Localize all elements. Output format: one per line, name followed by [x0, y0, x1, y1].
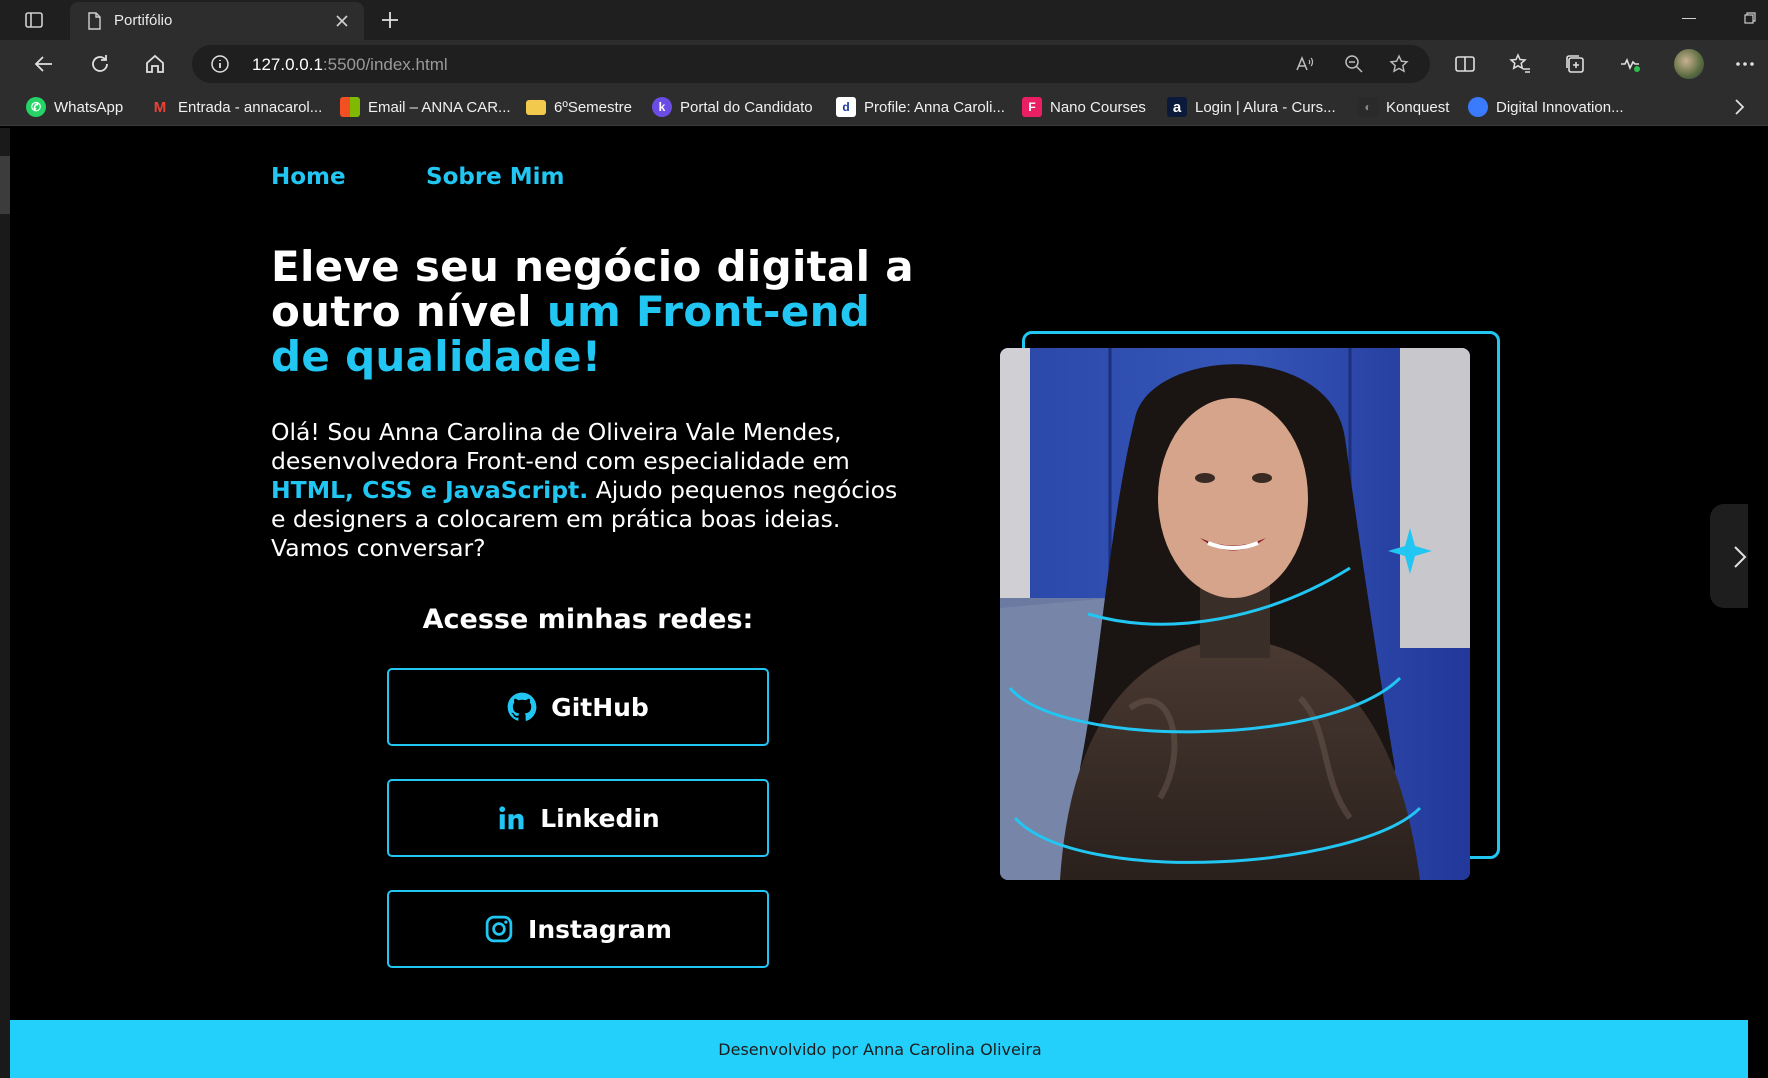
- bookmark-alura[interactable]: a Login | Alura - Curs...: [1167, 97, 1336, 117]
- hero-headline: Eleve seu negócio digital a outro nível …: [271, 242, 914, 381]
- bookmark-digital-innovation[interactable]: Digital Innovation...: [1468, 97, 1624, 117]
- bookmark-outlook[interactable]: Email – ANNA CAR...: [340, 97, 511, 117]
- bookmark-konquest[interactable]: ◐ Konquest: [1358, 97, 1449, 117]
- microsoft-icon: [340, 97, 360, 117]
- page-icon: [88, 12, 101, 30]
- bookmarks-bar: ✆ WhatsApp M Entrada - annacarol... Emai…: [0, 88, 1768, 126]
- instagram-icon: [485, 915, 513, 943]
- page-viewport: Home Sobre Mim Eleve seu negócio digital…: [10, 128, 1748, 1078]
- linkedin-button[interactable]: Linkedin: [387, 779, 769, 857]
- browser-tab-active[interactable]: Portifólio: [70, 2, 364, 40]
- home-icon[interactable]: [143, 52, 167, 76]
- sidebar-toggle-tab[interactable]: [1710, 504, 1748, 608]
- tab-actions-icon[interactable]: [22, 8, 46, 32]
- gmail-icon: M: [153, 98, 167, 116]
- more-options-icon[interactable]: [1733, 52, 1757, 76]
- bookmark-whatsapp[interactable]: ✆ WhatsApp: [26, 97, 123, 117]
- bookmark-dio-profile[interactable]: d Profile: Anna Caroli...: [836, 97, 1005, 117]
- chevron-right-icon[interactable]: [1728, 96, 1750, 118]
- favorite-star-icon[interactable]: [1389, 54, 1409, 74]
- portal-icon: k: [652, 97, 672, 117]
- browser-tab-bar: Portifólio: [0, 0, 1768, 40]
- collections-icon[interactable]: [1563, 52, 1587, 76]
- minimize-window-icon[interactable]: [1682, 18, 1696, 19]
- linkedin-icon: [499, 806, 524, 830]
- skills-highlight: HTML, CSS e JavaScript.: [271, 476, 589, 504]
- browser-toolbar: 127.0.0.1:5500/index.html: [0, 40, 1768, 88]
- favorites-icon[interactable]: [1508, 52, 1532, 76]
- address-bar[interactable]: 127.0.0.1:5500/index.html: [192, 45, 1430, 83]
- new-tab-icon[interactable]: [378, 8, 402, 32]
- nano-courses-icon: F: [1022, 97, 1042, 117]
- split-screen-icon[interactable]: [1453, 52, 1477, 76]
- site-info-icon[interactable]: [210, 54, 230, 74]
- alura-icon: a: [1167, 97, 1187, 117]
- whatsapp-icon: ✆: [26, 97, 46, 117]
- intro-paragraph: Olá! Sou Anna Carolina de Oliveira Vale …: [271, 418, 898, 562]
- nav-home-link[interactable]: Home: [271, 164, 346, 190]
- github-icon: [507, 692, 537, 721]
- konquest-icon: ◐: [1358, 97, 1378, 117]
- refresh-icon[interactable]: [88, 52, 112, 76]
- profile-avatar[interactable]: [1674, 49, 1704, 79]
- read-aloud-icon[interactable]: [1294, 54, 1314, 74]
- tab-title: Portifólio: [114, 12, 173, 29]
- folder-icon: [526, 99, 546, 115]
- chevron-right-icon: [1734, 546, 1747, 568]
- bookmark-6-semestre[interactable]: 6ºSemestre: [526, 97, 632, 117]
- bookmark-gmail[interactable]: M Entrada - annacarol...: [150, 97, 323, 117]
- nav-about-link[interactable]: Sobre Mim: [426, 164, 565, 190]
- bookmark-portal-candidato[interactable]: k Portal do Candidato: [652, 97, 813, 117]
- bookmark-nano-courses[interactable]: F Nano Courses: [1022, 97, 1146, 117]
- zoom-icon[interactable]: [1344, 54, 1364, 74]
- browser-essentials-icon[interactable]: [1618, 52, 1642, 76]
- networks-title: Acesse minhas redes:: [422, 604, 754, 635]
- restore-window-icon[interactable]: [1744, 12, 1756, 24]
- site-footer: Desenvolvido por Anna Carolina Oliveira: [10, 1020, 1748, 1078]
- instagram-button[interactable]: Instagram: [387, 890, 769, 968]
- profile-photo: [1000, 348, 1470, 880]
- back-arrow-icon[interactable]: [32, 52, 56, 76]
- url-text[interactable]: 127.0.0.1:5500/index.html: [252, 55, 448, 75]
- footer-credit: Desenvolvido por Anna Carolina Oliveira: [718, 1039, 1042, 1059]
- left-edge-bar: [0, 128, 10, 1078]
- dio-icon: d: [836, 97, 856, 117]
- dio-drop-icon: [1468, 97, 1488, 117]
- github-button[interactable]: GitHub: [387, 668, 769, 746]
- close-tab-icon[interactable]: [332, 11, 352, 31]
